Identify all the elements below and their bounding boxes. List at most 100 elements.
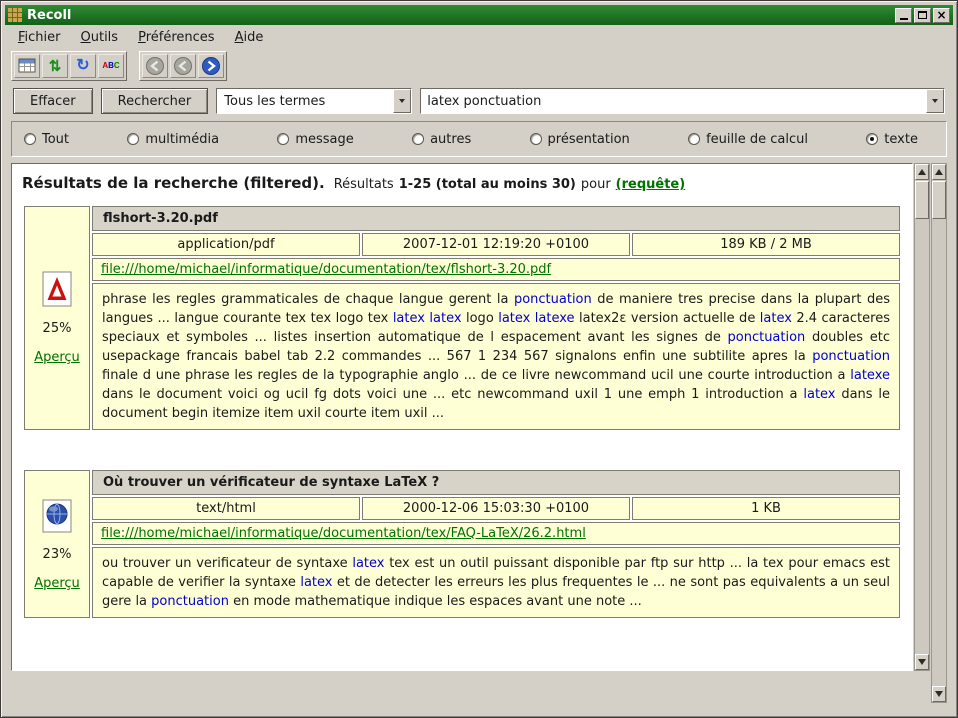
results-list[interactable]: Résultats de la recherche (filtered). Ré…: [11, 163, 913, 671]
scrollbar-thumb[interactable]: [915, 181, 929, 219]
first-page-button[interactable]: [142, 54, 168, 78]
relevance-percent: 25%: [43, 321, 72, 336]
spellcheck-button[interactable]: ABC: [98, 54, 124, 78]
filter-radio-presentation[interactable]: présentation: [530, 132, 630, 147]
window-controls: ×: [895, 8, 950, 23]
minimize-button[interactable]: [895, 8, 912, 23]
arrow-down-icon: [918, 659, 926, 665]
filter-radio-autres[interactable]: autres: [412, 132, 471, 147]
results-zone: Résultats de la recherche (filtered). Ré…: [11, 163, 947, 703]
radio-icon: [277, 133, 289, 145]
menubar: Fichier Outils Préférences Aide: [5, 25, 953, 49]
pdf-icon: [42, 271, 72, 307]
radio-icon: [688, 133, 700, 145]
preview-link[interactable]: Aperçu: [34, 576, 80, 591]
radio-icon: [866, 133, 878, 145]
status-bar: [5, 703, 953, 713]
arrow-up-icon: [935, 169, 943, 175]
result-item: 23% Aperçu Où trouver un vérificateur de…: [24, 470, 900, 618]
spellcheck-icon: ABC: [102, 62, 119, 70]
outer-scrollbar-thumb[interactable]: [932, 181, 946, 219]
titlebar[interactable]: Recoll ×: [5, 5, 953, 25]
history-button[interactable]: ↻: [70, 54, 96, 78]
sort-button[interactable]: ⇅: [42, 54, 68, 78]
result-size: 1 KB: [632, 497, 900, 520]
result-mime: application/pdf: [92, 233, 360, 256]
chevron-down-icon[interactable]: [393, 89, 411, 113]
filter-radio-texte[interactable]: texte: [866, 132, 918, 147]
recoll-window: Recoll × Fichier Outils Préférences Aide…: [0, 0, 958, 718]
results-scrollbar: [914, 163, 930, 671]
table-view-button[interactable]: [14, 54, 40, 78]
close-icon: ×: [936, 9, 946, 21]
scroll-down-button[interactable]: [915, 654, 929, 670]
clear-button[interactable]: Effacer: [13, 88, 93, 114]
search-button[interactable]: Rechercher: [101, 88, 209, 114]
query-chevron-down-icon[interactable]: [926, 89, 944, 113]
preview-link[interactable]: Aperçu: [34, 350, 80, 365]
recoll-app-icon: [8, 8, 22, 22]
results-range: 1-25 (total au moins 30): [399, 177, 576, 192]
query-details-link[interactable]: (requête): [616, 177, 686, 192]
result-date: 2007-12-01 12:19:20 +0100: [362, 233, 630, 256]
toolbar-group-tools: ⇅ ↻ ABC: [11, 51, 127, 81]
menu-aide[interactable]: Aide: [226, 28, 273, 47]
search-input[interactable]: [421, 89, 926, 113]
next-page-icon: [201, 56, 221, 76]
html-globe-icon: [42, 497, 72, 533]
menu-fichier[interactable]: Fichier: [9, 28, 70, 47]
close-button[interactable]: ×: [933, 8, 950, 23]
relevance-percent: 23%: [43, 547, 72, 562]
sort-arrows-icon: ⇅: [49, 59, 62, 74]
result-abstract: phrase les regles grammaticales de chaqu…: [92, 283, 900, 430]
category-filter: Tout multimédia message autres présentat…: [11, 121, 947, 157]
result-title: Où trouver un vérificateur de syntaxe La…: [92, 470, 900, 495]
next-page-button[interactable]: [198, 54, 224, 78]
outer-scrollbar-track[interactable]: [932, 180, 946, 686]
result-table: Où trouver un vérificateur de syntaxe La…: [92, 470, 900, 618]
arrow-up-icon: [918, 169, 926, 175]
menu-outils[interactable]: Outils: [72, 28, 128, 47]
result-url-link[interactable]: file:///home/michael/informatique/docume…: [101, 262, 551, 277]
search-query-combo: [420, 88, 945, 114]
result-abstract: ou trouver un verificateur de syntaxe la…: [92, 547, 900, 618]
radio-icon: [412, 133, 424, 145]
result-title: flshort-3.20.pdf: [92, 206, 900, 231]
minimize-icon: [900, 18, 908, 20]
search-mode-value: Tous les termes: [217, 89, 393, 113]
search-bar: Effacer Rechercher Tous les termes: [5, 83, 953, 119]
filter-radio-multimedia[interactable]: multimédia: [127, 132, 219, 147]
outer-scrollbar: [931, 163, 947, 703]
scrollbar-track[interactable]: [915, 180, 929, 654]
result-table: flshort-3.20.pdf application/pdf 2007-12…: [92, 206, 900, 430]
arrow-down-icon: [935, 691, 943, 697]
scroll-up-button[interactable]: [915, 164, 929, 180]
first-page-icon: [145, 56, 165, 76]
filter-radio-tout[interactable]: Tout: [24, 132, 69, 147]
radio-icon: [24, 133, 36, 145]
result-meta-row: text/html 2000-12-06 15:03:30 +0100 1 KB: [92, 497, 900, 520]
prev-page-icon: [173, 56, 193, 76]
history-icon: ↻: [76, 58, 89, 74]
search-mode-combo[interactable]: Tous les termes: [216, 88, 412, 114]
outer-scroll-up-button[interactable]: [932, 164, 946, 180]
result-size: 189 KB / 2 MB: [632, 233, 900, 256]
result-url-link[interactable]: file:///home/michael/informatique/docume…: [101, 526, 586, 541]
toolbar-group-nav: [139, 51, 227, 81]
result-side-panel: 23% Aperçu: [24, 470, 90, 618]
radio-icon: [530, 133, 542, 145]
results-heading-title: Résultats de la recherche (filtered).: [22, 174, 325, 192]
window-title: Recoll: [27, 8, 890, 23]
menu-preferences[interactable]: Préférences: [129, 28, 223, 47]
result-date: 2000-12-06 15:03:30 +0100: [362, 497, 630, 520]
radio-icon: [127, 133, 139, 145]
result-url-row: file:///home/michael/informatique/docume…: [92, 522, 900, 545]
filter-radio-feuille-de-calcul[interactable]: feuille de calcul: [688, 132, 808, 147]
result-side-panel: 25% Aperçu: [24, 206, 90, 430]
results-heading: Résultats de la recherche (filtered). Ré…: [22, 174, 902, 192]
maximize-button[interactable]: [914, 8, 931, 23]
prev-page-button[interactable]: [170, 54, 196, 78]
outer-scroll-down-button[interactable]: [932, 686, 946, 702]
toolbar: ⇅ ↻ ABC: [5, 49, 953, 83]
filter-radio-message[interactable]: message: [277, 132, 353, 147]
